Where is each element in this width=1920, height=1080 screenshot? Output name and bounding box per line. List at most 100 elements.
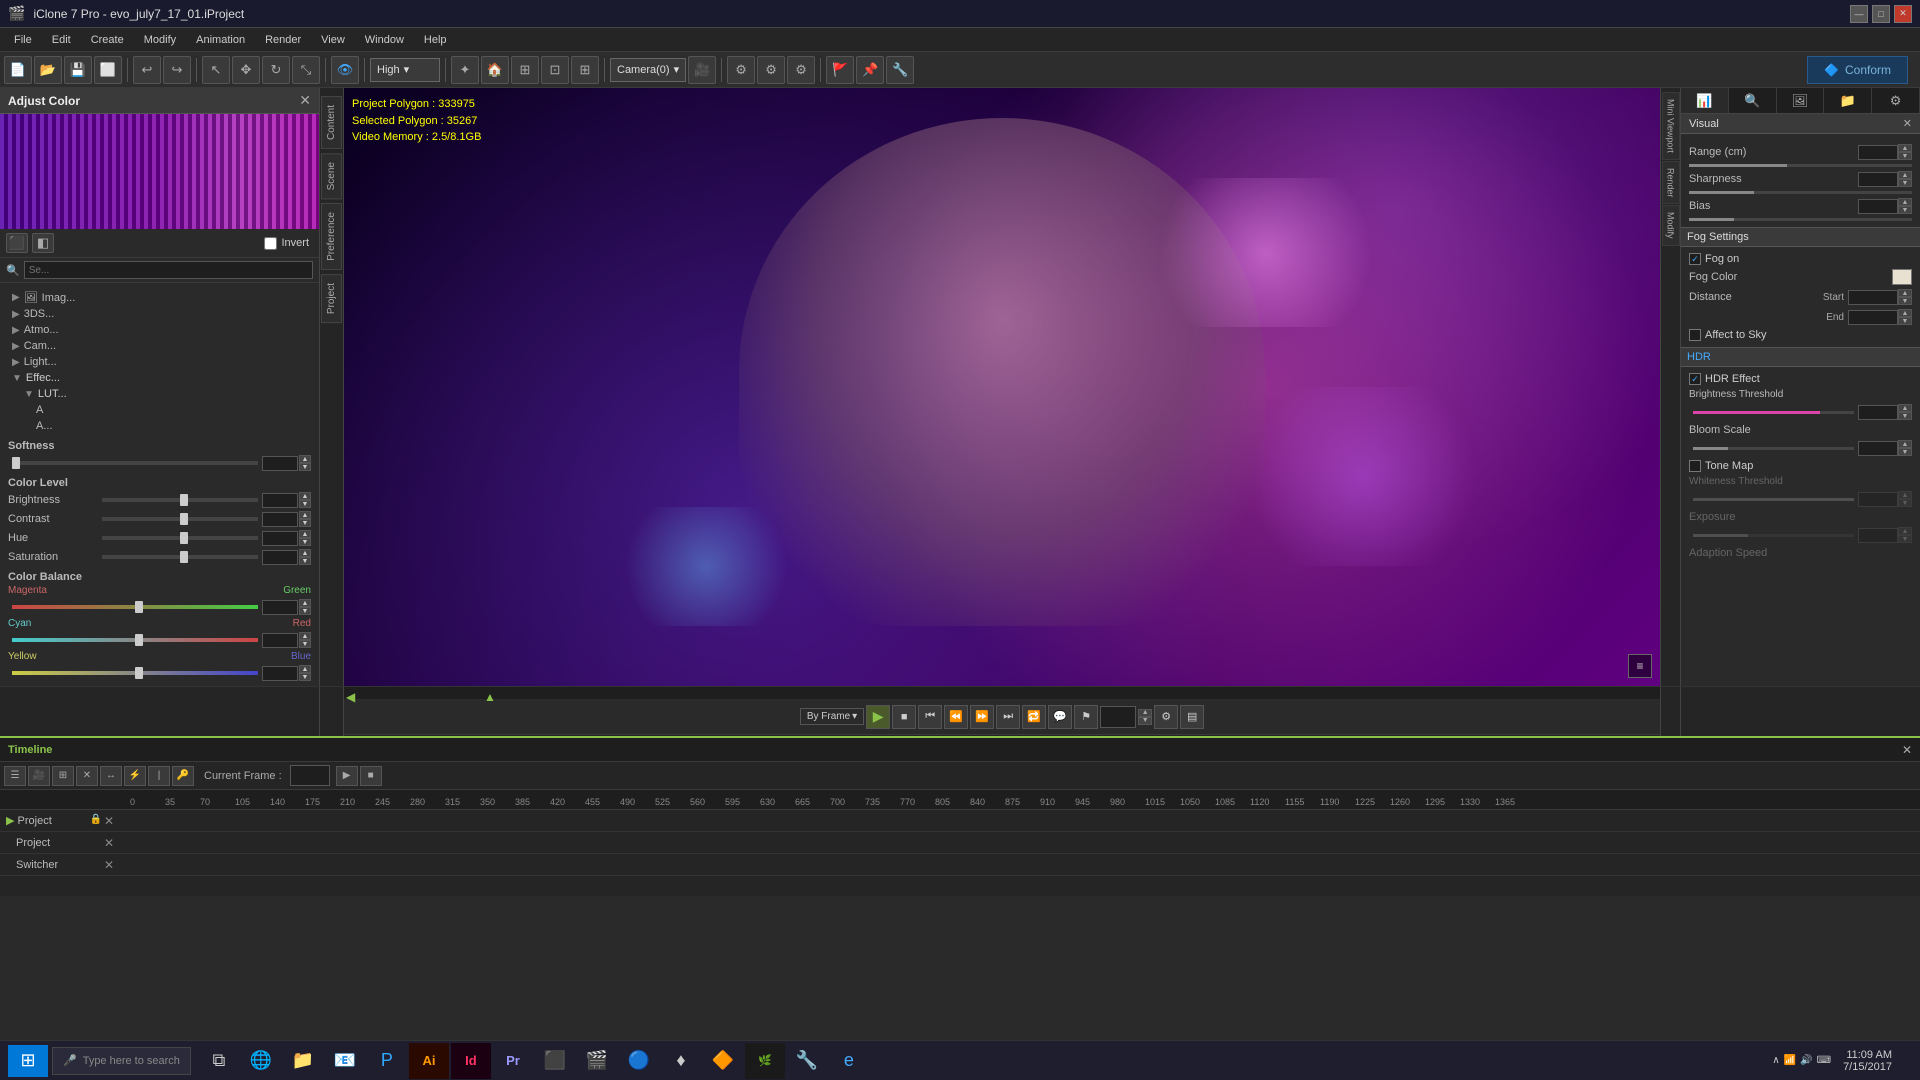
contrast-down[interactable]: ▼ [299,519,311,527]
cyan-down[interactable]: ▼ [299,640,311,648]
cyan-up[interactable]: ▲ [299,632,311,640]
tl-btn-cam[interactable]: 🎥 [28,766,50,786]
end-up[interactable]: ▲ [1898,309,1912,317]
sharpness-down[interactable]: ▼ [1898,179,1912,187]
bias-value[interactable]: 20 [1858,199,1898,214]
show-desktop-btn[interactable] [1896,1043,1912,1079]
align-btn[interactable]: ⊞ [571,56,599,84]
range-value[interactable]: 44 [1858,145,1898,160]
invert-checkbox[interactable] [264,237,277,250]
outlook-icon[interactable]: 📧 [325,1043,365,1079]
viewport-icon-btn[interactable]: ≡ [1628,654,1652,678]
end-down[interactable]: ▼ [1898,317,1912,325]
ps-icon[interactable]: P [367,1043,407,1079]
tl-btn-remove[interactable]: ✕ [76,766,98,786]
windows-start-button[interactable]: ⊞ [8,1045,48,1077]
frame-up[interactable]: ▲ [1138,709,1152,717]
hue-thumb[interactable] [180,532,188,544]
bloom-scale-down[interactable]: ▼ [1898,448,1912,456]
menu-file[interactable]: File [4,32,42,48]
sidebar-tab-preference[interactable]: Preference [321,203,342,270]
rp-tab-settings[interactable]: ⚙ [1872,88,1920,113]
tl-btn-stop[interactable]: ■ [360,766,382,786]
sidebar-tab-scene[interactable]: Scene [321,153,342,199]
tree-item-3ds[interactable]: ▶ 3DS... [8,306,311,322]
cyan-value[interactable]: 0 [262,633,298,648]
softness-down[interactable]: ▼ [299,463,311,471]
effect-section-header[interactable]: ▼ Effec... [8,370,311,386]
wrench-btn[interactable]: 🔧 [886,56,914,84]
light-btn[interactable]: ✦ [451,56,479,84]
brightness-thumb[interactable] [180,494,188,506]
tl-btn-play[interactable]: ▶ [336,766,358,786]
contrast-value[interactable]: 0 [262,512,298,527]
magenta-thumb[interactable] [135,601,143,613]
menu-create[interactable]: Create [81,32,134,48]
magenta-up[interactable]: ▲ [299,599,311,607]
saturation-down[interactable]: ▼ [299,557,311,565]
taskbar-search-box[interactable]: 🎤 Type here to search [52,1047,191,1075]
camera-dropdown[interactable]: Camera(0) ▾ [610,58,686,82]
render3-btn[interactable]: ⚙ [787,56,815,84]
rp-tab-visual[interactable]: 📊 [1681,88,1729,113]
magenta-down[interactable]: ▼ [299,607,311,615]
rotate-btn[interactable]: ↻ [262,56,290,84]
contrast-thumb[interactable] [180,513,188,525]
volume-icon[interactable]: 🔊 [1800,1055,1812,1066]
marker-btn[interactable]: ⚑ [1074,705,1098,729]
hue-down[interactable]: ▼ [299,538,311,546]
goto-start-btn[interactable]: ⏮ [918,705,942,729]
tree-item-light[interactable]: ▶ Light... [8,354,311,370]
hdr-effect-checkbox[interactable]: ✓ [1689,373,1701,385]
pin-btn[interactable]: 📌 [856,56,884,84]
app5-icon[interactable]: 🔶 [703,1043,743,1079]
comment-btn[interactable]: 💬 [1048,705,1072,729]
app2-icon[interactable]: 🎬 [577,1043,617,1079]
visual-close-icon[interactable]: ✕ [1903,117,1912,130]
right-tab-modify[interactable]: Modify [1662,205,1680,246]
id-icon[interactable]: Id [451,1043,491,1079]
render1-btn[interactable]: ⚙ [727,56,755,84]
range-slider[interactable] [1689,164,1912,167]
select-btn[interactable]: ↖ [202,56,230,84]
sidebar-tab-project[interactable]: Project [321,274,342,323]
record-btn[interactable]: 🎥 [688,56,716,84]
menu-window[interactable]: Window [355,32,414,48]
render2-btn[interactable]: ⚙ [757,56,785,84]
adjust-color-close-icon[interactable]: ✕ [299,92,311,109]
up-arrow-icon[interactable]: ∧ [1772,1055,1779,1066]
brightness-threshold-value[interactable]: 79 [1858,405,1898,420]
flag-btn[interactable]: 🚩 [826,56,854,84]
stop-btn[interactable]: ■ [892,705,916,729]
softness-value[interactable]: 0.0 [262,456,298,471]
app1-icon[interactable]: ⬛ [535,1043,575,1079]
panel-tb-btn2[interactable]: ◧ [32,233,54,253]
brightness-up[interactable]: ▲ [299,492,311,500]
eye-btn[interactable]: 👁 [331,56,359,84]
tl-btn-trim[interactable]: ⚡ [124,766,146,786]
magenta-value[interactable]: 0 [262,600,298,615]
ie-icon[interactable]: e [829,1043,869,1079]
range-down[interactable]: ▼ [1898,152,1912,160]
hue-up[interactable]: ▲ [299,530,311,538]
brightness-threshold-up[interactable]: ▲ [1898,404,1912,412]
move-btn[interactable]: ✥ [232,56,260,84]
grid-btn[interactable]: ⊞ [511,56,539,84]
rp-tab-scene[interactable]: 🔍 [1729,88,1777,113]
saturation-value[interactable]: 0 [262,550,298,565]
undo-btn[interactable]: ↩ [133,56,161,84]
menu-modify[interactable]: Modify [134,32,186,48]
yellow-down[interactable]: ▼ [299,673,311,681]
app7-icon[interactable]: 🔧 [787,1043,827,1079]
rp-tab-image[interactable]: 🖼 [1777,88,1825,113]
search-input[interactable] [24,261,313,279]
settings-btn[interactable]: ⚙ [1154,705,1178,729]
menu-help[interactable]: Help [414,32,457,48]
current-frame-input[interactable]: 1 [290,765,330,786]
cam-btn[interactable]: 🏠 [481,56,509,84]
clock-display[interactable]: 11:09 AM 7/15/2017 [1843,1049,1892,1073]
tl-btn-key[interactable]: 🔑 [172,766,194,786]
tl-btn-move[interactable]: ↔ [100,766,122,786]
yellow-value[interactable]: 0 [262,666,298,681]
bias-up[interactable]: ▲ [1898,198,1912,206]
